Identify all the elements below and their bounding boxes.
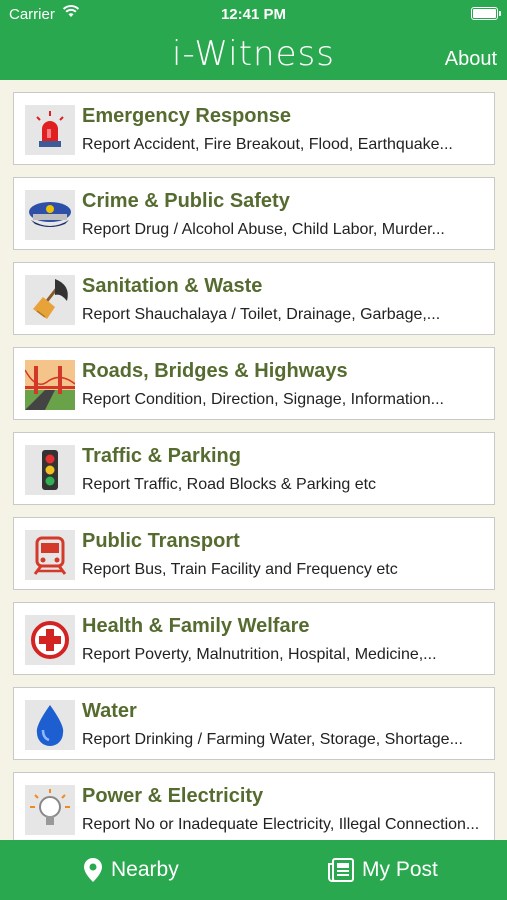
category-description: Report Traffic, Road Blocks & Parking et…: [82, 476, 377, 493]
category-description: Report Bus, Train Facility and Frequency…: [82, 561, 398, 578]
category-title: Roads, Bridges & Highways: [82, 360, 348, 382]
water-drop-icon: [25, 700, 75, 750]
category-crime-public-safety[interactable]: Crime & Public Safety Report Drug / Alco…: [13, 177, 495, 250]
status-time: 12:41 PM: [220, 6, 287, 23]
category-health-family-welfare[interactable]: Health & Family Welfare Report Poverty, …: [13, 602, 495, 675]
broom-icon: [25, 275, 75, 325]
category-title: Emergency Response: [82, 105, 291, 127]
medical-cross-icon: [25, 615, 75, 665]
category-public-transport[interactable]: Public Transport Report Bus, Train Facil…: [13, 517, 495, 590]
category-power-electricity[interactable]: Power & Electricity Report No or Inadequ…: [13, 772, 495, 840]
app-title: i-Witness: [172, 34, 335, 74]
category-title: Power & Electricity: [82, 785, 264, 807]
about-button[interactable]: About: [445, 48, 497, 71]
bridge-icon: [25, 360, 75, 410]
category-emergency-response[interactable]: Emergency Response Report Accident, Fire…: [13, 92, 495, 165]
category-list[interactable]: Emergency Response Report Accident, Fire…: [0, 80, 507, 840]
category-description: Report Shauchalaya / Toilet, Drainage, G…: [82, 306, 441, 323]
category-description: Report No or Inadequate Electricity, Ill…: [82, 816, 480, 833]
police-cap-icon: [25, 190, 75, 240]
category-sanitation-waste[interactable]: Sanitation & Waste Report Shauchalaya / …: [13, 262, 495, 335]
category-description: Report Accident, Fire Breakout, Flood, E…: [82, 136, 453, 153]
category-title: Traffic & Parking: [82, 445, 241, 467]
status-bar: Carrier 12:41 PM: [0, 0, 507, 28]
tab-nearby[interactable]: Nearby: [83, 840, 179, 900]
siren-icon: [25, 105, 75, 155]
category-description: Report Drinking / Farming Water, Storage…: [82, 731, 463, 748]
tab-my-post[interactable]: My Post: [328, 840, 438, 900]
tab-nearby-label: Nearby: [111, 858, 179, 881]
category-description: Report Drug / Alcohol Abuse, Child Labor…: [82, 221, 445, 238]
category-water[interactable]: Water Report Drinking / Farming Water, S…: [13, 687, 495, 760]
map-pin-icon: [84, 858, 102, 882]
tab-bar: Nearby My Post: [0, 840, 507, 900]
category-title: Crime & Public Safety: [82, 190, 290, 212]
newspaper-icon: [328, 858, 354, 882]
category-title: Public Transport: [82, 530, 240, 552]
header-bar: Carrier 12:41 PM i-Witness About: [0, 0, 507, 80]
category-title: Health & Family Welfare: [82, 615, 310, 637]
battery-icon: [471, 7, 501, 20]
category-roads-bridges-highways[interactable]: Roads, Bridges & Highways Report Conditi…: [13, 347, 495, 420]
category-title: Water: [82, 700, 137, 722]
category-description: Report Poverty, Malnutrition, Hospital, …: [82, 646, 437, 663]
light-bulb-icon: [25, 785, 75, 835]
category-traffic-parking[interactable]: Traffic & Parking Report Traffic, Road B…: [13, 432, 495, 505]
train-icon: [25, 530, 75, 580]
category-description: Report Condition, Direction, Signage, In…: [82, 391, 444, 408]
traffic-light-icon: [25, 445, 75, 495]
tab-my-post-label: My Post: [362, 858, 438, 881]
category-title: Sanitation & Waste: [82, 275, 263, 297]
